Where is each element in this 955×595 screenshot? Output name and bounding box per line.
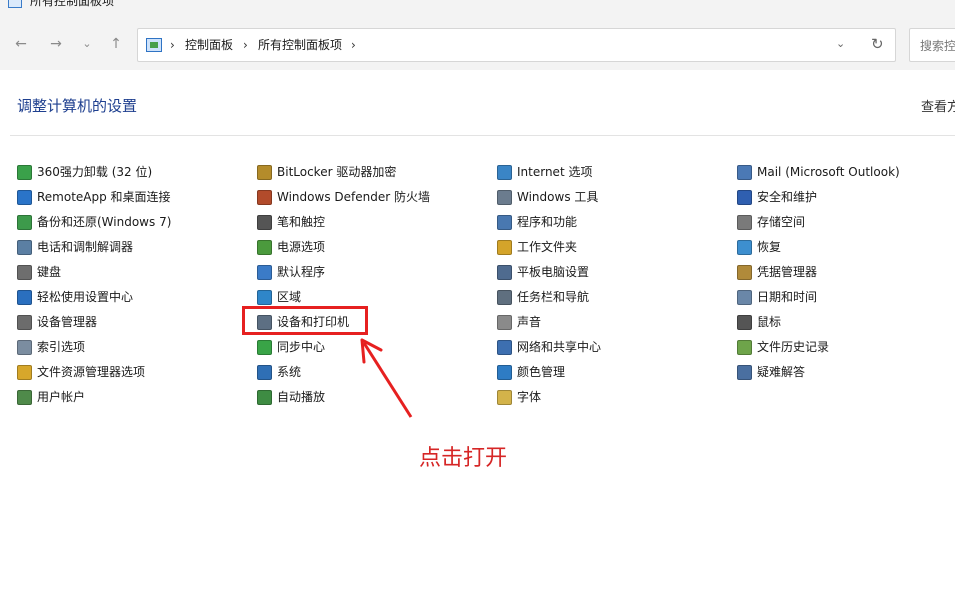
annotation-note: 点击打开 <box>419 446 508 471</box>
annotation-arrow <box>360 338 413 418</box>
